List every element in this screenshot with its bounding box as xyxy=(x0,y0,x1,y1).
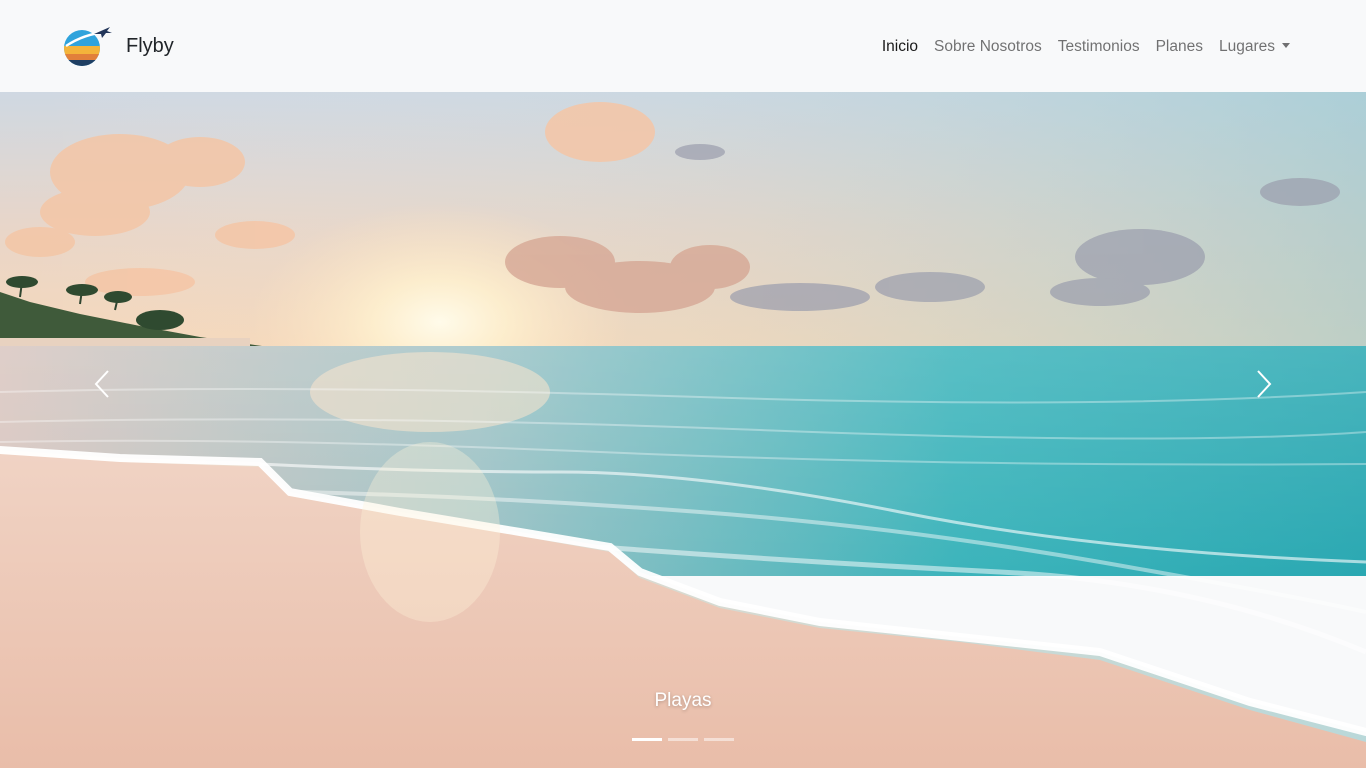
slide-caption: Playas xyxy=(654,690,712,711)
nav-dropdown-label: Lugares xyxy=(1218,38,1275,55)
caret-down-icon xyxy=(1282,43,1290,48)
nav-menu: Inicio Sobre Nosotros Testimonios Planes… xyxy=(874,34,1298,60)
brand-name: Flyby xyxy=(126,34,174,57)
beach-sunset-slide-image xyxy=(0,92,1366,768)
nav-link-sobre-nosotros[interactable]: Sobre Nosotros xyxy=(926,34,1050,60)
carousel-indicator[interactable] xyxy=(632,738,662,741)
navbar: Flyby Inicio Sobre Nosotros Testimonios … xyxy=(0,0,1366,92)
carousel-next-button[interactable] xyxy=(1244,362,1284,406)
carousel-indicators xyxy=(632,738,734,741)
hero-carousel: Playas xyxy=(0,92,1366,768)
chevron-left-icon xyxy=(94,370,109,398)
carousel-indicator[interactable] xyxy=(704,738,734,741)
chevron-right-icon xyxy=(1257,370,1272,398)
carousel-prev-button[interactable] xyxy=(82,362,122,406)
nav-link-inicio[interactable]: Inicio xyxy=(874,34,926,60)
nav-link-planes[interactable]: Planes xyxy=(1148,34,1211,60)
nav-link-testimonios[interactable]: Testimonios xyxy=(1050,34,1148,60)
airplane-globe-logo-icon xyxy=(64,27,112,66)
carousel-indicator[interactable] xyxy=(668,738,698,741)
brand-link[interactable]: Flyby xyxy=(60,24,174,68)
nav-dropdown-lugares[interactable]: Lugares xyxy=(1211,34,1298,60)
